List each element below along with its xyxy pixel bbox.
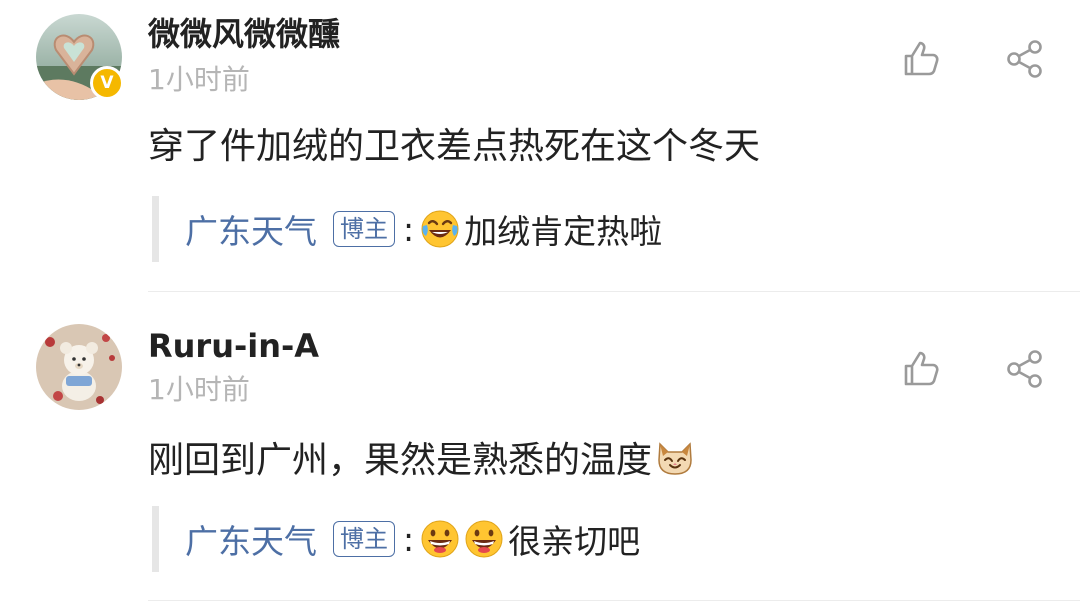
divider — [148, 291, 1080, 292]
reply-colon: : — [403, 209, 415, 249]
comment-text: 穿了件加绒的卫衣差点热死在这个冬天 — [148, 126, 761, 167]
reply-text: 很亲切吧 — [508, 522, 641, 561]
blogger-reply[interactable]: 广东天气 博主 : 很亲切吧 — [152, 506, 1039, 572]
like-button[interactable] — [900, 348, 942, 390]
share-icon — [1007, 40, 1042, 78]
reply-author-link[interactable]: 广东天气 — [185, 515, 317, 563]
grin-emoji-icon — [420, 519, 460, 559]
share-icon — [1007, 350, 1042, 388]
thumbs-up-icon — [904, 351, 939, 386]
reply-author-link[interactable]: 广东天气 — [185, 205, 317, 253]
username[interactable]: Ruru-in-A — [148, 326, 319, 366]
grin-emoji-icon — [464, 519, 504, 559]
comment-text-row: 刚回到广州，果然是熟悉的温度 — [148, 436, 696, 484]
thumbs-up-icon — [904, 41, 939, 76]
laugh-cry-emoji-icon — [420, 209, 460, 249]
blogger-badge: 博主 — [333, 211, 395, 247]
blogger-reply[interactable]: 广东天气 博主 : 加绒肯定热啦 — [152, 196, 1039, 262]
timestamp: 1小时前 — [148, 63, 250, 96]
timestamp: 1小时前 — [148, 373, 250, 406]
cat-emoji-icon — [654, 436, 696, 478]
share-button[interactable] — [1004, 348, 1046, 390]
reply-text: 加绒肯定热啦 — [464, 212, 663, 251]
teddy-bear-avatar-icon — [36, 324, 122, 410]
comment-text: 刚回到广州，果然是熟悉的温度 — [148, 440, 653, 481]
verified-badge-icon: V — [90, 66, 124, 100]
avatar[interactable] — [36, 324, 122, 410]
reply-colon: : — [403, 519, 415, 559]
blogger-badge: 博主 — [333, 521, 395, 557]
username[interactable]: 微微风微微醺 — [148, 14, 340, 54]
divider — [148, 600, 1080, 601]
share-button[interactable] — [1004, 38, 1046, 80]
like-button[interactable] — [900, 38, 942, 80]
